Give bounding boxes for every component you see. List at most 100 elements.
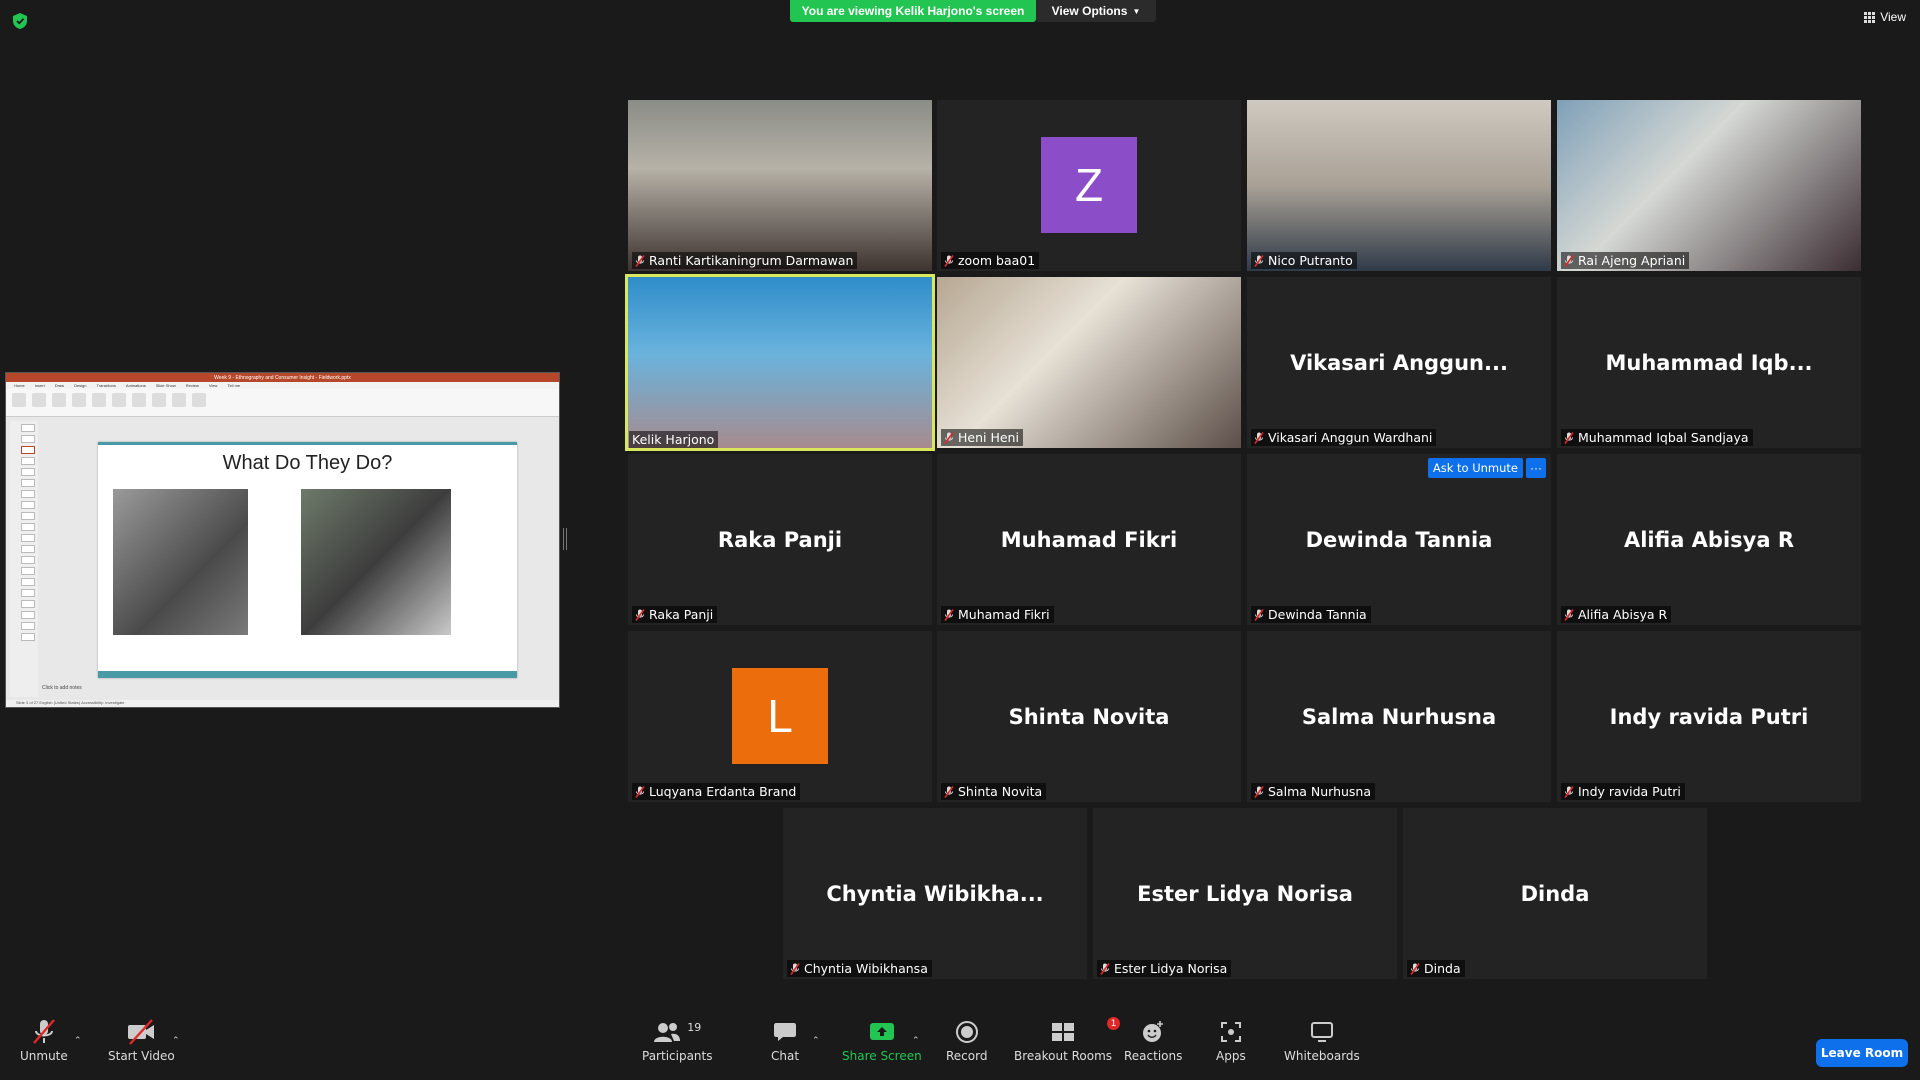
participants-label: Participants: [642, 1049, 713, 1063]
participant-tile[interactable]: L Luqyana Erdanta Brand: [628, 631, 932, 802]
ribbon-tab[interactable]: Insert: [35, 383, 45, 388]
mic-muted-icon: [635, 785, 645, 798]
slide-photo-women: [301, 489, 451, 635]
participant-tile[interactable]: Rai Ajeng Apriani: [1557, 100, 1861, 271]
participant-name-label: Salma Nurhusna: [1251, 783, 1376, 800]
apps-icon: [1220, 1022, 1241, 1042]
encryption-shield-icon[interactable]: [12, 12, 28, 30]
participant-tile[interactable]: Shinta Novita Shinta Novita: [937, 631, 1241, 802]
mic-muted-icon: [1564, 431, 1574, 444]
view-options-button[interactable]: View Options ▼: [1036, 0, 1156, 22]
participant-name: Muhamad Fikri: [958, 607, 1050, 622]
ask-to-unmute-button[interactable]: Ask to Unmute: [1427, 458, 1523, 478]
share-options-caret-icon[interactable]: ⌃: [912, 1035, 920, 1046]
apps-button[interactable]: Apps: [1216, 1015, 1246, 1063]
mic-muted-icon: [1254, 254, 1264, 267]
participant-name-label: Chyntia Wibikhansa: [787, 960, 932, 977]
video-options-caret-icon[interactable]: ⌃: [172, 1035, 180, 1046]
participant-tile[interactable]: Nico Putranto: [1247, 100, 1551, 271]
participant-tile[interactable]: Muhamad Fikri Muhamad Fikri: [937, 454, 1241, 625]
participant-tile[interactable]: Dewinda Tannia Ask to Unmute ··· Dewinda Ta…: [1247, 454, 1551, 625]
apps-label: Apps: [1216, 1049, 1246, 1063]
participant-video: [628, 100, 932, 271]
participant-tile[interactable]: Vikasari Anggun... Vikasari Anggun Wardha…: [1247, 277, 1551, 448]
participant-tile[interactable]: Ranti Kartikaningrum Darmawan: [628, 100, 932, 271]
view-options-label: View Options: [1051, 4, 1128, 18]
ppt-status-bar: Slide 3 of 27 English (United States) Ac…: [6, 700, 559, 707]
chat-button[interactable]: Chat: [771, 1015, 799, 1063]
start-video-button[interactable]: Start Video: [108, 1015, 175, 1063]
participant-tile[interactable]: Salma Nurhusna Salma Nurhusna: [1247, 631, 1551, 802]
participant-name: Salma Nurhusna: [1268, 784, 1372, 799]
more-options-button[interactable]: ···: [1526, 458, 1546, 478]
reactions-button[interactable]: Reactions: [1124, 1015, 1182, 1063]
participant-name-label: Muhammad Iqbal Sandjaya: [1561, 429, 1753, 446]
slide-notes: Click to add notes: [42, 685, 82, 691]
audio-options-caret-icon[interactable]: ⌃: [74, 1035, 82, 1046]
ribbon-tab[interactable]: Slide Show: [156, 383, 176, 388]
viewing-screen-banner: You are viewing Kelik Harjono's screen: [790, 0, 1036, 22]
participant-name: Shinta Novita: [958, 784, 1043, 799]
participant-name-label: Vikasari Anggun Wardhani: [1251, 429, 1437, 446]
participant-display-name: Indy ravida Putri: [1609, 704, 1809, 729]
participant-video: [628, 277, 932, 448]
participant-tile[interactable]: Kelik Harjono: [625, 274, 935, 451]
mic-muted-icon: [1254, 785, 1264, 798]
meeting-toolbar: Unmute ⌃ Start Video ⌃ 19 Participants C…: [0, 1015, 1920, 1080]
record-button[interactable]: Record: [946, 1015, 987, 1063]
participant-name: Ranti Kartikaningrum Darmawan: [649, 253, 854, 268]
participant-tile[interactable]: Heni Heni: [937, 277, 1241, 448]
participant-display-name: Alifia Abisya R: [1623, 527, 1795, 552]
participant-tile[interactable]: Indy ravida Putri Indy ravida Putri: [1557, 631, 1861, 802]
mic-muted-icon: [944, 431, 954, 444]
ribbon-tab[interactable]: View: [209, 383, 218, 388]
chat-options-caret-icon[interactable]: ⌃: [812, 1035, 820, 1046]
mic-muted-icon: [790, 962, 800, 975]
participant-tile[interactable]: Ester Lidya Norisa Ester Lidya Norisa: [1093, 808, 1397, 979]
ribbon-tab[interactable]: Tell me: [227, 383, 240, 388]
mic-muted-icon: [1254, 608, 1264, 621]
ribbon-tab[interactable]: Review: [186, 383, 199, 388]
ribbon-tab[interactable]: Animations: [126, 383, 146, 388]
participant-name-label: Ranti Kartikaningrum Darmawan: [632, 252, 858, 269]
participant-display-name: Chyntia Wibikha...: [826, 881, 1044, 906]
breakout-rooms-button[interactable]: 1 Breakout Rooms: [1014, 1015, 1121, 1063]
leave-room-button[interactable]: Leave Room: [1816, 1039, 1908, 1067]
ribbon-tab[interactable]: Design: [74, 383, 86, 388]
share-screen-button[interactable]: Share Screen: [842, 1015, 922, 1063]
participant-tile[interactable]: Muhammad Iqb... Muhammad Iqbal Sandjaya: [1557, 277, 1861, 448]
mic-muted-icon: [1564, 608, 1574, 621]
view-button[interactable]: View: [1864, 10, 1906, 24]
participants-button[interactable]: 19 Participants: [642, 1015, 713, 1064]
participant-display-name: Dewinda Tannia: [1305, 527, 1493, 552]
reactions-label: Reactions: [1124, 1049, 1183, 1063]
ribbon-tab[interactable]: Home: [14, 383, 25, 388]
participant-name-label: Kelik Harjono: [629, 431, 719, 448]
ribbon-tab[interactable]: Transitions: [96, 383, 115, 388]
grid-view-icon: [1864, 11, 1876, 23]
whiteboards-button[interactable]: Whiteboards: [1284, 1015, 1360, 1063]
participant-display-name: Muhammad Iqb...: [1605, 350, 1813, 375]
participant-name-label: zoom baa01: [941, 252, 1040, 269]
participant-tile[interactable]: Chyntia Wibikha... Chyntia Wibikhansa: [783, 808, 1087, 979]
slide-title: What Do They Do?: [222, 452, 393, 474]
participant-name: Chyntia Wibikhansa: [804, 961, 928, 976]
participant-name-label: Luqyana Erdanta Brand: [632, 783, 801, 800]
participant-tile[interactable]: Alifia Abisya R Alifia Abisya R: [1557, 454, 1861, 625]
participant-tile[interactable]: Raka Panji Raka Panji: [628, 454, 932, 625]
participant-name: Heni Heni: [958, 430, 1019, 445]
participant-name: Kelik Harjono: [632, 432, 715, 447]
ribbon-tab[interactable]: Draw: [55, 383, 64, 388]
unmute-button[interactable]: Unmute: [20, 1015, 68, 1063]
split-view-handle[interactable]: [563, 528, 567, 550]
participant-tile[interactable]: Dinda Dinda: [1403, 808, 1707, 979]
participant-name: Alifia Abisya R: [1578, 607, 1668, 622]
shared-screen[interactable]: Week 9 - Ethnography and Consumer Insigh…: [5, 372, 560, 708]
mic-muted-icon: [944, 785, 954, 798]
participant-name-label: Shinta Novita: [941, 783, 1047, 800]
participant-name: zoom baa01: [958, 253, 1036, 268]
participant-tile[interactable]: Zzoom baa01: [937, 100, 1241, 271]
chevron-down-icon: ▼: [1132, 6, 1141, 16]
participant-display-name: Ester Lidya Norisa: [1137, 881, 1353, 906]
record-icon: [955, 1021, 978, 1043]
